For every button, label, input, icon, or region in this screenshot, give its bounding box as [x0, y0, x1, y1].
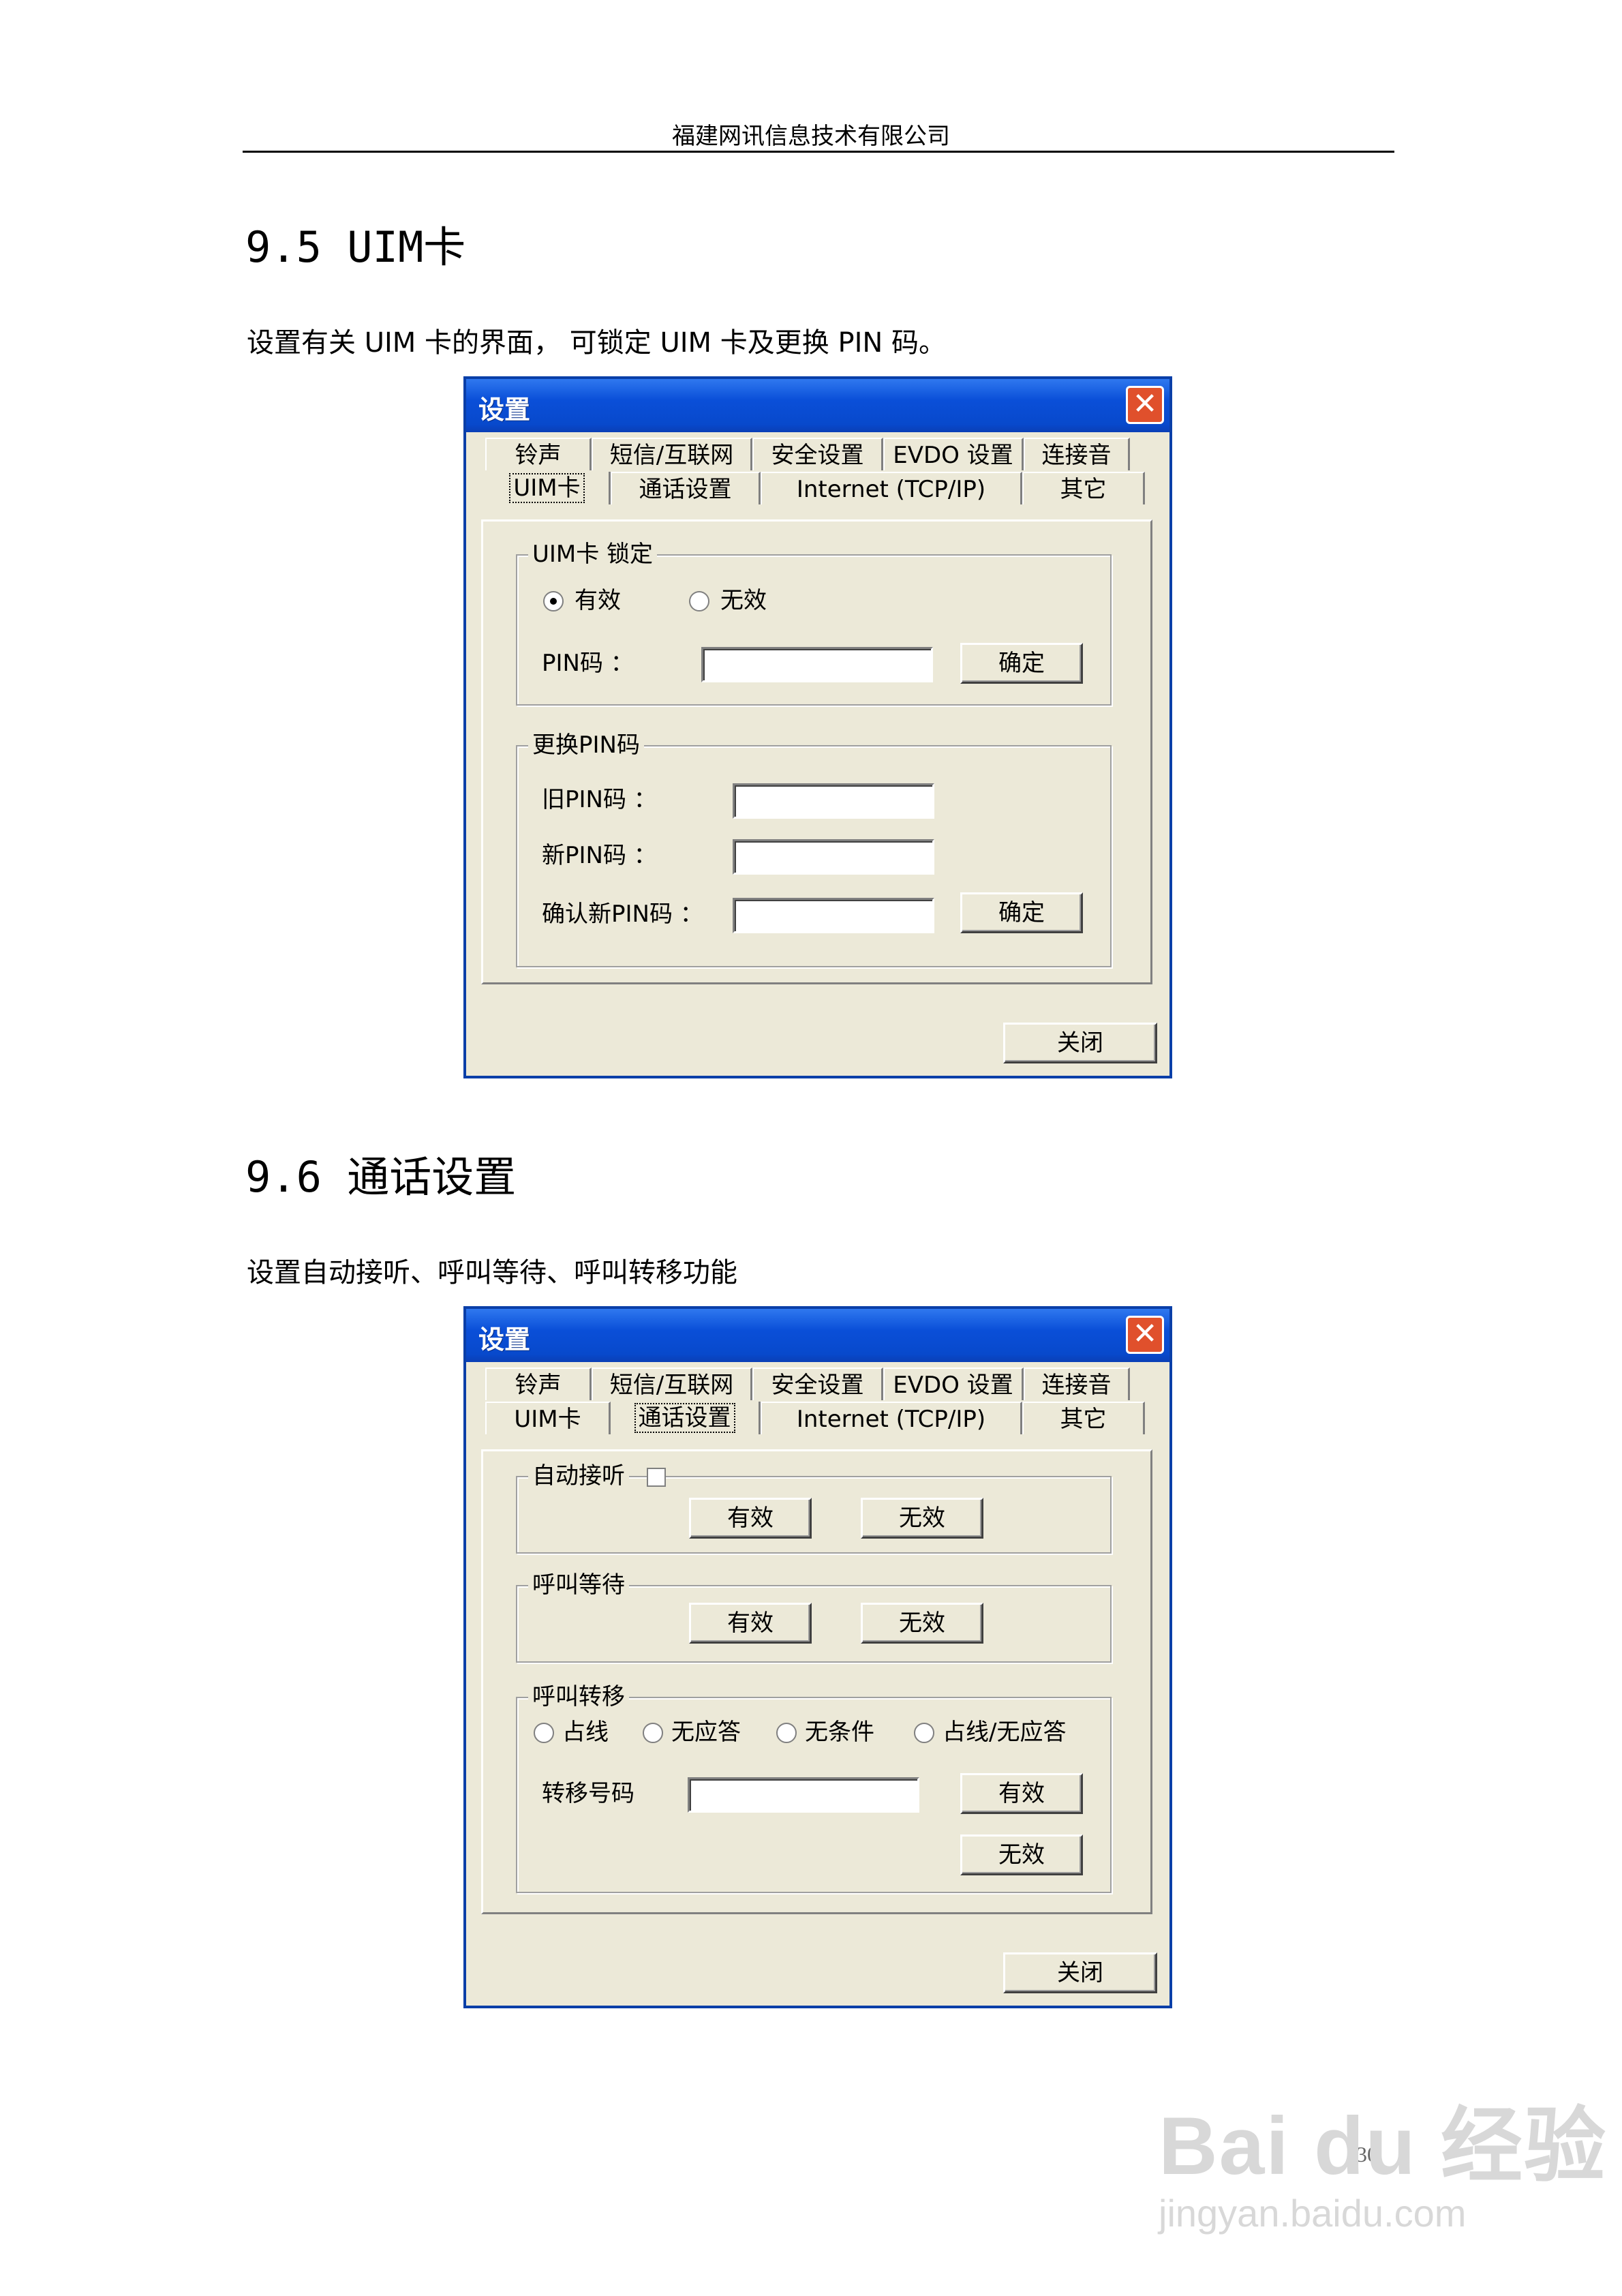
close-button[interactable]: 关闭: [1003, 1023, 1157, 1063]
header-rule: [243, 151, 1394, 153]
tab-uim[interactable]: UIM卡: [485, 472, 611, 504]
tab-call-settings[interactable]: 通话设置: [611, 472, 761, 504]
tab-uim[interactable]: UIM卡: [485, 1402, 611, 1434]
tab-other[interactable]: 其它: [1022, 1402, 1145, 1434]
close-icon[interactable]: ✕: [1126, 386, 1164, 424]
radio-no-answer-label: 无应答: [671, 1719, 741, 1746]
section-description-call: 设置自动接听、呼叫等待、呼叫转移功能: [247, 1257, 737, 1288]
section-heading-uim: 9.5 UIM卡: [245, 222, 466, 272]
tab-panel: 自动接听 有效 无效 呼叫等待 有效 无效 呼叫转移 占线 无应答 无条件 占线…: [481, 1449, 1152, 1914]
forward-number-input[interactable]: [688, 1777, 919, 1813]
watermark-brand: Bai du 经验: [1159, 2100, 1608, 2192]
call-waiting-label: 呼叫等待: [528, 1570, 629, 1600]
forward-disable-button[interactable]: 无效: [960, 1834, 1083, 1875]
radio-invalid[interactable]: [689, 591, 709, 611]
new-pin-label: 新PIN码 ：: [542, 842, 657, 869]
auto-answer-enable-button[interactable]: 有效: [689, 1498, 812, 1539]
tab-evdo[interactable]: EVDO 设置: [883, 438, 1024, 470]
lock-confirm-button[interactable]: 确定: [960, 643, 1083, 684]
window-title: 设置: [478, 395, 531, 425]
radio-valid-label: 有效: [575, 587, 621, 614]
forward-number-label: 转移号码: [542, 1780, 634, 1807]
change-confirm-button[interactable]: 确定: [960, 892, 1083, 933]
call-waiting-disable-button[interactable]: 无效: [861, 1603, 983, 1644]
tab-ringtone[interactable]: 铃声: [485, 1368, 592, 1400]
forward-enable-button[interactable]: 有效: [960, 1773, 1083, 1814]
auto-answer-disable-button[interactable]: 无效: [861, 1498, 983, 1539]
radio-valid[interactable]: [543, 591, 564, 611]
call-waiting-enable-button[interactable]: 有效: [689, 1603, 812, 1644]
radio-busy[interactable]: [534, 1723, 554, 1743]
tab-security[interactable]: 安全设置: [752, 1368, 883, 1400]
old-pin-input[interactable]: [733, 783, 934, 819]
call-forward-group: 呼叫转移 占线 无应答 无条件 占线/无应答 转移号码 有效 无效: [516, 1682, 1112, 1893]
section-heading-call: 9.6 通话设置: [245, 1152, 517, 1202]
confirm-new-pin-label: 确认新PIN码 ：: [542, 901, 703, 928]
auto-answer-group: 自动接听 有效 无效: [516, 1461, 1112, 1554]
change-pin-group: 更换PIN码 旧PIN码 ： 新PIN码 ： 确认新PIN码 ： 确定: [516, 730, 1112, 967]
tab-security[interactable]: 安全设置: [752, 438, 883, 470]
radio-busy-label: 占线: [562, 1719, 609, 1746]
radio-no-answer[interactable]: [643, 1723, 663, 1743]
tab-panel: UIM卡 锁定 有效 无效 PIN码 ： 确定 更换PIN码 旧PIN码 ： 新…: [481, 519, 1152, 984]
tab-connect-tone[interactable]: 连接音: [1024, 438, 1130, 470]
auto-answer-checkbox[interactable]: [647, 1468, 666, 1487]
tab-connect-tone[interactable]: 连接音: [1024, 1368, 1130, 1400]
settings-window-uim: 设置 ✕ 铃声 短信/互联网 安全设置 EVDO 设置 连接音 UIM卡 通话设…: [463, 376, 1172, 1078]
settings-window-call: 设置 ✕ 铃声 短信/互联网 安全设置 EVDO 设置 连接音 UIM卡 通话设…: [463, 1306, 1172, 2008]
watermark: Bai du 经验 jingyan.baidu.com: [1159, 2079, 1607, 2235]
call-waiting-group: 呼叫等待 有效 无效: [516, 1570, 1112, 1663]
pin-label: PIN码 ：: [542, 650, 634, 677]
radio-unconditional-label: 无条件: [805, 1719, 874, 1746]
call-forward-label: 呼叫转移: [528, 1682, 629, 1712]
tab-other[interactable]: 其它: [1022, 472, 1145, 504]
tab-sms-internet[interactable]: 短信/互联网: [592, 438, 752, 470]
pin-input[interactable]: [701, 647, 933, 682]
uim-lock-group: UIM卡 锁定 有效 无效 PIN码 ： 确定: [516, 539, 1112, 706]
title-bar[interactable]: 设置 ✕: [466, 1309, 1169, 1362]
tab-internet[interactable]: Internet (TCP/IP): [761, 1402, 1022, 1434]
section-description-uim: 设置有关 UIM 卡的界面， 可锁定 UIM 卡及更换 PIN 码。: [247, 327, 947, 359]
change-pin-label: 更换PIN码: [528, 730, 644, 760]
old-pin-label: 旧PIN码 ：: [542, 786, 657, 813]
auto-answer-label: 自动接听: [528, 1461, 629, 1491]
tab-evdo[interactable]: EVDO 设置: [883, 1368, 1024, 1400]
title-bar[interactable]: 设置 ✕: [466, 379, 1169, 432]
radio-busy-no-answer[interactable]: [914, 1723, 934, 1743]
tab-sms-internet[interactable]: 短信/互联网: [592, 1368, 752, 1400]
confirm-new-pin-input[interactable]: [733, 898, 934, 933]
tab-call-settings[interactable]: 通话设置: [611, 1402, 761, 1434]
new-pin-input[interactable]: [733, 839, 934, 875]
close-icon[interactable]: ✕: [1126, 1316, 1164, 1354]
page-header: 福建网讯信息技术有限公司: [672, 123, 950, 150]
radio-busy-no-answer-label: 占线/无应答: [943, 1719, 1067, 1746]
window-title: 设置: [478, 1325, 531, 1355]
close-button[interactable]: 关闭: [1003, 1952, 1157, 1993]
tab-internet[interactable]: Internet (TCP/IP): [761, 472, 1022, 504]
uim-lock-label: UIM卡 锁定: [528, 539, 658, 569]
radio-unconditional[interactable]: [776, 1723, 797, 1743]
radio-invalid-label: 无效: [720, 587, 767, 614]
tab-ringtone[interactable]: 铃声: [485, 438, 592, 470]
